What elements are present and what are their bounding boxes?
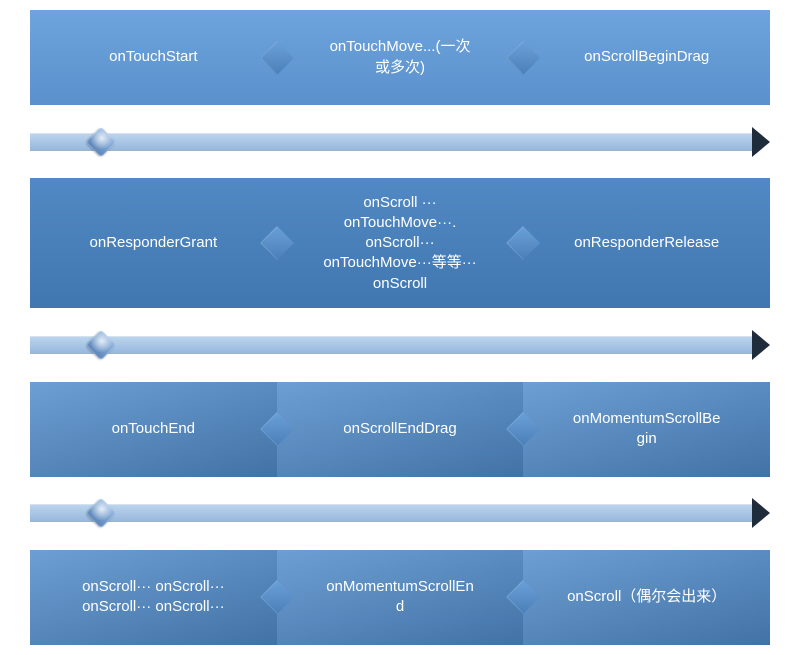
flow-cell: onScrollBeginDrag (523, 10, 770, 105)
flow-cell-label: onTouchMove...(一次 或多次) (330, 37, 471, 78)
flow-cell: onTouchMove...(一次 或多次) (277, 10, 524, 105)
flow-cell: onTouchStart (30, 10, 277, 105)
flow-cell-label: onMomentumScrollBe gin (573, 409, 721, 450)
flow-row-2: onResponderGrant onScroll ··· onTouchMov… (30, 178, 770, 308)
flow-cell-label: onScroll（偶尔会出来） (567, 587, 726, 607)
flow-cell-label: onMomentumScrollEn d (326, 577, 474, 618)
arrow-shaft (30, 336, 752, 354)
flow-cell-label: onScrollBeginDrag (584, 47, 709, 67)
flow-cell: onScroll ··· onTouchMove···. onScroll···… (277, 178, 524, 308)
flow-cell-label: onScroll ··· onTouchMove···. onScroll···… (323, 193, 476, 294)
flow-cell-label: onResponderGrant (90, 233, 218, 253)
flow-cell: onResponderRelease (523, 178, 770, 308)
flow-cell-label: onScrollEndDrag (343, 419, 456, 439)
arrow-origin-icon (90, 131, 112, 153)
arrow-shaft (30, 504, 752, 522)
arrow-origin-icon (90, 334, 112, 356)
flow-cell: onTouchEnd (30, 382, 277, 477)
arrow-connector (30, 127, 770, 157)
flow-row-3: onTouchEnd onScrollEndDrag onMomentumScr… (30, 382, 770, 477)
arrow-shaft (30, 133, 752, 151)
arrow-head-icon (752, 127, 770, 157)
flow-row-4: onScroll··· onScroll··· onScroll··· onSc… (30, 550, 770, 645)
flow-cell-label: onTouchStart (109, 47, 197, 67)
arrow-origin-icon (90, 502, 112, 524)
arrow-connector (30, 330, 770, 360)
flow-cell: onScroll··· onScroll··· onScroll··· onSc… (30, 550, 277, 645)
flow-cell-label: onTouchEnd (112, 419, 195, 439)
flow-cell: onMomentumScrollBe gin (523, 382, 770, 477)
arrow-connector (30, 498, 770, 528)
flow-cell: onScroll（偶尔会出来） (523, 550, 770, 645)
flow-row-1: onTouchStart onTouchMove...(一次 或多次) onSc… (30, 10, 770, 105)
flow-cell: onScrollEndDrag (277, 382, 524, 477)
flow-cell-label: onScroll··· onScroll··· onScroll··· onSc… (82, 577, 225, 618)
arrow-head-icon (752, 330, 770, 360)
flow-cell-label: onResponderRelease (574, 233, 719, 253)
flow-cell: onMomentumScrollEn d (277, 550, 524, 645)
arrow-head-icon (752, 498, 770, 528)
flow-cell: onResponderGrant (30, 178, 277, 308)
